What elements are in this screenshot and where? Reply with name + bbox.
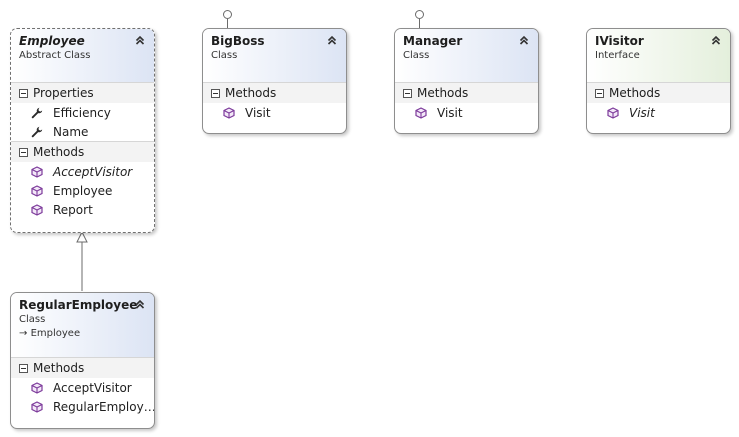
method-item[interactable]: AcceptVisitor	[11, 378, 154, 397]
wrench-icon	[31, 126, 43, 138]
chevron-up-icon[interactable]	[710, 34, 722, 46]
method-name: AcceptVisitor	[53, 164, 133, 179]
collapse-toggle-icon[interactable]	[19, 88, 28, 98]
base-class-name: Employee	[30, 328, 81, 339]
method-name: Employee	[53, 183, 113, 198]
chevron-up-icon[interactable]	[134, 34, 146, 46]
bigboss-lollipop-icon[interactable]	[223, 10, 232, 19]
manager-lollipop-icon[interactable]	[415, 10, 424, 19]
regularemployee-shape[interactable]: RegularEmployee Class → Employee Methods…	[10, 292, 155, 429]
regularemployee-title: RegularEmployee	[19, 298, 138, 312]
method-cube-icon	[31, 204, 43, 216]
ivisitor-title: IVisitor	[595, 34, 644, 48]
chevron-up-icon[interactable]	[134, 298, 146, 310]
collapse-toggle-icon[interactable]	[19, 147, 28, 157]
method-cube-icon	[415, 107, 427, 119]
method-name: AcceptVisitor	[53, 380, 132, 395]
compartment-label: Methods	[609, 86, 661, 100]
method-cube-icon	[223, 107, 235, 119]
chevron-up-icon[interactable]	[518, 34, 530, 46]
collapse-toggle-icon[interactable]	[403, 88, 412, 98]
regularemployee-header[interactable]: RegularEmployee Class → Employee	[11, 293, 154, 357]
property-name: Efficiency	[53, 105, 111, 120]
bigboss-methods-header[interactable]: Methods	[203, 82, 346, 103]
base-class-label: → Employee	[19, 327, 146, 341]
method-item[interactable]: Employee	[11, 181, 154, 200]
regularemployee-stereotype: Class	[19, 314, 46, 325]
method-name: Visit	[629, 105, 655, 120]
compartment-label: Methods	[417, 86, 469, 100]
manager-title: Manager	[403, 34, 463, 48]
compartment-label: Properties	[33, 86, 94, 100]
employee-shape[interactable]: Employee Abstract Class Properties Effic…	[10, 28, 155, 233]
method-item[interactable]: AcceptVisitor	[11, 162, 154, 181]
method-name: Visit	[437, 105, 463, 120]
manager-stereotype: Class	[403, 50, 430, 61]
method-name: Report	[53, 202, 93, 217]
method-item[interactable]: Report	[11, 200, 154, 219]
property-item[interactable]: Name	[11, 122, 154, 141]
bigboss-header[interactable]: BigBoss Class	[203, 29, 346, 82]
manager-methods-header[interactable]: Methods	[395, 82, 538, 103]
compartment-label: Methods	[33, 361, 85, 375]
employee-header[interactable]: Employee Abstract Class	[11, 29, 154, 82]
employee-stereotype: Abstract Class	[19, 50, 91, 61]
method-item[interactable]: Visit	[395, 103, 538, 122]
ivisitor-header[interactable]: IVisitor Interface	[587, 29, 730, 82]
ivisitor-methods-header[interactable]: Methods	[587, 82, 730, 103]
manager-shape[interactable]: Manager Class Methods Visit	[394, 28, 539, 134]
employee-title: Employee	[19, 34, 85, 48]
property-item[interactable]: Efficiency	[11, 103, 154, 122]
collapse-toggle-icon[interactable]	[19, 363, 28, 373]
manager-header[interactable]: Manager Class	[395, 29, 538, 82]
method-name: Visit	[245, 105, 271, 120]
collapse-toggle-icon[interactable]	[595, 88, 604, 98]
employee-methods-header[interactable]: Methods	[11, 141, 154, 162]
employee-properties-header[interactable]: Properties	[11, 82, 154, 103]
compartment-label: Methods	[33, 145, 85, 159]
collapse-toggle-icon[interactable]	[211, 88, 220, 98]
method-cube-icon	[31, 382, 43, 394]
compartment-label: Methods	[225, 86, 277, 100]
bigboss-shape[interactable]: BigBoss Class Methods Visit	[202, 28, 347, 134]
method-cube-icon	[31, 401, 43, 413]
method-item[interactable]: RegularEmploy…	[11, 397, 154, 416]
method-cube-icon	[31, 185, 43, 197]
method-cube-icon	[607, 107, 619, 119]
arrow-right-icon: →	[19, 328, 28, 339]
method-item[interactable]: Visit	[587, 103, 730, 122]
ivisitor-stereotype: Interface	[595, 50, 640, 61]
bigboss-stereotype: Class	[211, 50, 238, 61]
chevron-up-icon[interactable]	[326, 34, 338, 46]
regularemployee-methods-header[interactable]: Methods	[11, 357, 154, 378]
method-name: RegularEmploy…	[53, 399, 155, 414]
method-cube-icon	[31, 166, 43, 178]
ivisitor-shape[interactable]: IVisitor Interface Methods Visit	[586, 28, 731, 134]
bigboss-title: BigBoss	[211, 34, 265, 48]
method-item[interactable]: Visit	[203, 103, 346, 122]
property-name: Name	[53, 124, 89, 139]
wrench-icon	[31, 107, 43, 119]
